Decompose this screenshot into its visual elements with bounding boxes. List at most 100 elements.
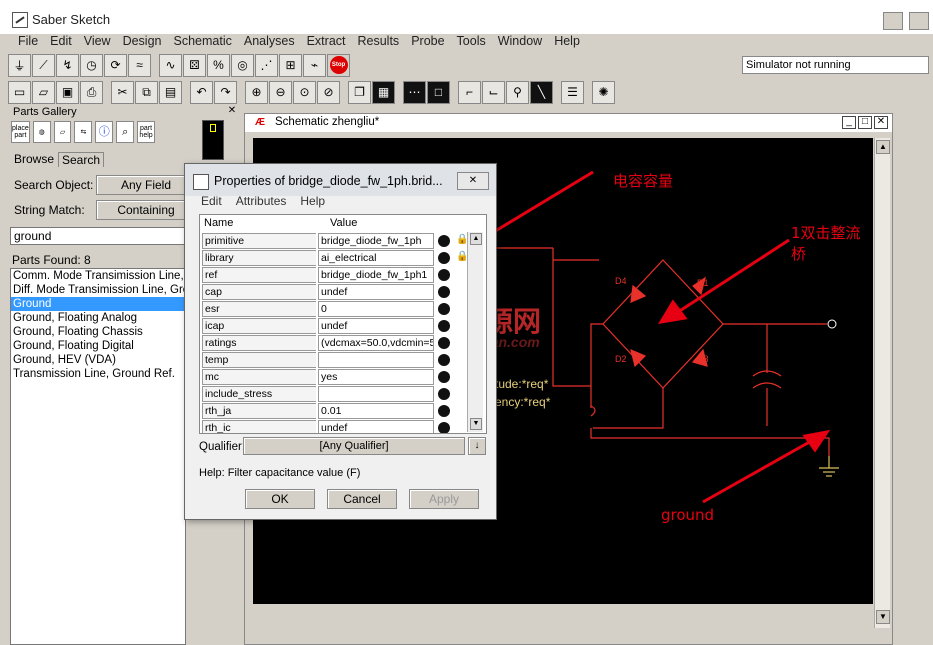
property-value-field[interactable]: undef [318, 284, 434, 300]
list-item[interactable]: Ground, Floating Digital [11, 339, 185, 353]
dialog-menu-help[interactable]: Help [300, 194, 325, 210]
visibility-dot-icon[interactable] [438, 269, 450, 281]
property-value-field[interactable]: bridge_diode_fw_1ph [318, 233, 434, 249]
fourier-icon[interactable]: ∿ [159, 53, 182, 77]
property-value-field[interactable]: bridge_diode_fw_1ph1 [318, 267, 434, 283]
list-item[interactable]: Diff. Mode Transimission Line, Groun [11, 283, 185, 297]
maximize-button[interactable] [909, 12, 929, 30]
tab-search[interactable]: Search [58, 152, 105, 167]
visibility-dot-icon[interactable] [438, 286, 450, 298]
list-item[interactable]: Comm. Mode Transimission Line, Grou [11, 269, 185, 283]
minimize-button[interactable] [883, 12, 903, 30]
place-part-icon[interactable]: place part [11, 121, 30, 143]
visibility-dot-icon[interactable] [438, 371, 450, 383]
string-match-dropdown[interactable]: Containing [96, 200, 196, 220]
menu-schematic[interactable]: Schematic [168, 33, 238, 50]
apply-button[interactable]: Apply [409, 489, 479, 509]
visibility-dot-icon[interactable] [438, 235, 450, 247]
property-value-field[interactable]: undef [318, 318, 434, 334]
monte-carlo-icon[interactable]: ⚄ [183, 53, 206, 77]
scroll-up-icon[interactable]: ▲ [876, 140, 890, 154]
property-value-field[interactable] [318, 386, 434, 402]
visibility-dot-icon[interactable] [438, 252, 450, 264]
property-value-field[interactable]: undef [318, 420, 434, 433]
tab-browse[interactable]: Browse [14, 152, 54, 166]
netlist-icon[interactable]: ☰ [561, 80, 584, 104]
redo-icon[interactable]: ↷ [214, 80, 237, 104]
menu-probe[interactable]: Probe [405, 33, 450, 50]
menu-edit[interactable]: Edit [44, 33, 78, 50]
gallery-close-icon[interactable]: ✕ [226, 106, 238, 118]
menu-file[interactable]: File [12, 33, 44, 50]
visibility-dot-icon[interactable] [438, 303, 450, 315]
wire-icon[interactable]: ⌐ [458, 80, 481, 104]
list-item[interactable]: Ground, HEV (VDA) [11, 353, 185, 367]
search-input[interactable]: ground [10, 227, 186, 245]
menu-window[interactable]: Window [492, 33, 548, 50]
gallery-folder-icon[interactable]: ▱ [53, 121, 72, 143]
gallery-link-icon[interactable]: ⇆ [74, 121, 93, 143]
property-value-field[interactable]: ai_electrical [318, 250, 434, 266]
window-cascade-icon[interactable]: ❐ [348, 80, 371, 104]
ac-sweep-icon[interactable]: ⟳ [104, 53, 127, 77]
menu-analyses[interactable]: Analyses [238, 33, 301, 50]
undo-icon[interactable]: ↶ [190, 80, 213, 104]
cancel-button[interactable]: Cancel [327, 489, 397, 509]
grid-icon[interactable]: ⋯ [403, 80, 426, 104]
part-help-icon[interactable]: part help [137, 121, 155, 143]
menu-design[interactable]: Design [117, 33, 168, 50]
grid-scrollbar[interactable]: ▲ ▼ [467, 232, 483, 432]
scroll-down-icon[interactable]: ▼ [876, 610, 890, 624]
save-icon[interactable]: ▣ [56, 80, 79, 104]
zoom-out-icon[interactable]: ⊖ [269, 80, 292, 104]
list-item[interactable]: Transmission Line, Ground Ref. [11, 367, 185, 381]
dialog-menu-attributes[interactable]: Attributes [236, 194, 287, 210]
list-item[interactable]: Ground, Floating Analog [11, 311, 185, 325]
cosmos-scope-icon[interactable]: ⌁ [303, 53, 326, 77]
zoom-area-icon[interactable]: ⊘ [317, 80, 340, 104]
menu-extract[interactable]: Extract [301, 33, 352, 50]
list-item[interactable]: Ground, Floating Chassis [11, 325, 185, 339]
zoom-in-icon[interactable]: ⊕ [245, 80, 268, 104]
visibility-dot-icon[interactable] [438, 405, 450, 417]
new-file-icon[interactable]: ▭ [8, 80, 31, 104]
visibility-dot-icon[interactable] [438, 354, 450, 366]
visibility-dot-icon[interactable] [438, 337, 450, 349]
schematic-vertical-scrollbar[interactable]: ▲ ▼ [874, 138, 890, 628]
dialog-menu-edit[interactable]: Edit [201, 194, 222, 210]
open-folder-icon[interactable]: ▱ [32, 80, 55, 104]
gallery-globe-icon[interactable]: ◍ [32, 121, 51, 143]
compass-icon[interactable]: ✺ [592, 80, 615, 104]
transient-icon[interactable]: ↯ [56, 53, 79, 77]
sensitivity-icon[interactable]: % [207, 53, 230, 77]
schematic-minimize-button[interactable]: _ [842, 116, 856, 129]
qualifier-dropdown[interactable]: [Any Qualifier] [243, 437, 465, 455]
menu-view[interactable]: View [78, 33, 117, 50]
bus-icon[interactable]: ⌙ [482, 80, 505, 104]
select-box-icon[interactable]: □ [427, 80, 450, 104]
output-terminal[interactable] [827, 319, 837, 329]
property-value-field[interactable]: 0.01 [318, 403, 434, 419]
noise-analysis-icon[interactable]: ≈ [128, 53, 151, 77]
grid-scroll-down-icon[interactable]: ▼ [470, 418, 482, 430]
property-value-field[interactable]: (vdcmax=50.0,vdcmin=5 [318, 335, 434, 351]
ok-button[interactable]: OK [245, 489, 315, 509]
cut-icon[interactable]: ✂ [111, 80, 134, 104]
zoom-fit-icon[interactable]: ⊙ [293, 80, 316, 104]
menu-results[interactable]: Results [352, 33, 406, 50]
vary-icon[interactable]: ⋰ [255, 53, 278, 77]
property-value-field[interactable] [318, 352, 434, 368]
line-draw-icon[interactable]: ╲ [530, 80, 553, 104]
menu-tools[interactable]: Tools [451, 33, 492, 50]
network-icon[interactable]: ⊞ [279, 53, 302, 77]
list-item-selected[interactable]: Ground [11, 297, 185, 311]
property-value-field[interactable]: yes [318, 369, 434, 385]
visibility-dot-icon[interactable] [438, 422, 450, 433]
menu-help[interactable]: Help [548, 33, 586, 50]
visibility-dot-icon[interactable] [438, 320, 450, 332]
dc-operating-point-icon[interactable]: ⏚ [8, 53, 31, 77]
info-icon[interactable]: ⓘ [95, 121, 114, 143]
paste-icon[interactable]: ▤ [159, 80, 182, 104]
window-tile-icon[interactable]: ▦ [372, 80, 395, 104]
copy-icon[interactable]: ⧉ [135, 80, 158, 104]
